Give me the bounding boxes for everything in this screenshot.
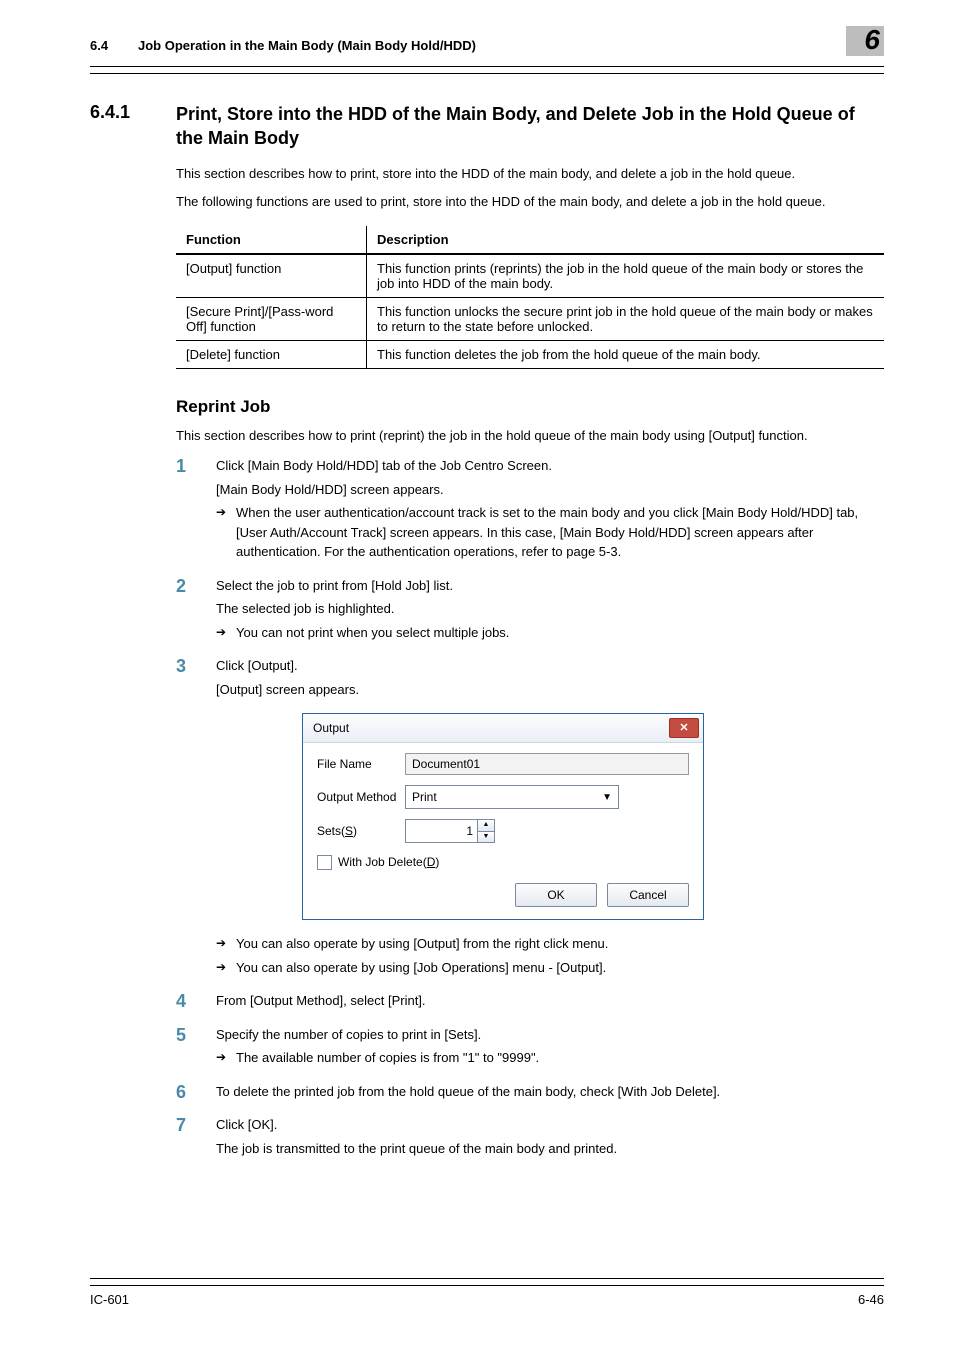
select-value: Print	[412, 788, 437, 806]
ok-button[interactable]: OK	[515, 883, 597, 907]
output-method-label: Output Method	[317, 788, 405, 806]
step-main: Click [Main Body Hold/HDD] tab of the Jo…	[216, 456, 884, 476]
step-main: Specify the number of copies to print in…	[216, 1025, 884, 1045]
footer-left: IC-601	[90, 1292, 129, 1307]
dialog-title-text: Output	[313, 719, 349, 737]
close-icon: ✕	[679, 720, 688, 737]
step-main: Click [Output].	[216, 656, 884, 676]
step-caption: The job is transmitted to the print queu…	[216, 1139, 884, 1159]
section-heading: 6.4.1 Print, Store into the HDD of the M…	[90, 102, 884, 151]
cell-description: This function unlocks the secure print j…	[367, 298, 885, 341]
table-row: [Output] function This function prints (…	[176, 254, 884, 298]
step-caption: [Main Body Hold/HDD] screen appears.	[216, 480, 884, 500]
footer-right: 6-46	[858, 1292, 884, 1307]
step-note: When the user authentication/account tra…	[216, 503, 884, 562]
chevron-down-icon: ▼	[602, 790, 612, 805]
file-name-label: File Name	[317, 755, 405, 773]
file-name-field: Document01	[405, 753, 689, 775]
intro-paragraph-1: This section describes how to print, sto…	[176, 165, 884, 184]
output-dialog: Output ✕ File Name Document01 Output Met…	[302, 713, 704, 920]
output-method-select[interactable]: Print ▼	[405, 785, 619, 809]
cell-function: [Secure Print]/[Pass-word Off] function	[176, 298, 367, 341]
cell-function: [Output] function	[176, 254, 367, 298]
function-table: Function Description [Output] function T…	[176, 226, 884, 369]
sets-stepper[interactable]: 1 ▲ ▼	[405, 819, 495, 843]
page-footer: IC-601 6-46	[90, 1292, 884, 1307]
intro-paragraph-2: The following functions are used to prin…	[176, 193, 884, 212]
section-title: Print, Store into the HDD of the Main Bo…	[176, 102, 884, 151]
step-6: To delete the printed job from the hold …	[176, 1082, 884, 1102]
step-caption: [Output] screen appears.	[216, 680, 884, 700]
step-main: From [Output Method], select [Print].	[216, 991, 884, 1011]
step-4: From [Output Method], select [Print].	[176, 991, 884, 1011]
spin-down-icon[interactable]: ▼	[478, 832, 494, 843]
spin-up-icon[interactable]: ▲	[478, 820, 494, 832]
cell-description: This function prints (reprints) the job …	[367, 254, 885, 298]
step-note: The available number of copies is from "…	[216, 1048, 884, 1068]
header-rule	[90, 66, 884, 74]
table-row: [Secure Print]/[Pass-word Off] function …	[176, 298, 884, 341]
with-job-delete-label: With Job Delete(D)	[338, 853, 439, 871]
step-7: Click [OK]. The job is transmitted to th…	[176, 1115, 884, 1158]
cancel-button[interactable]: Cancel	[607, 883, 689, 907]
cell-function: [Delete] function	[176, 341, 367, 369]
table-head-function: Function	[176, 226, 367, 254]
header-section-title: Job Operation in the Main Body (Main Bod…	[138, 38, 836, 53]
step-caption: The selected job is highlighted.	[216, 599, 884, 619]
footer-rule	[90, 1278, 884, 1286]
chapter-number: 6	[864, 24, 880, 56]
step-3: Click [Output]. [Output] screen appears.…	[176, 656, 884, 977]
step-2: Select the job to print from [Hold Job] …	[176, 576, 884, 643]
chapter-badge: 6	[836, 30, 884, 60]
sets-value: 1	[406, 820, 477, 842]
header-section-num: 6.4	[90, 38, 138, 53]
section-number: 6.4.1	[90, 102, 176, 151]
table-row: [Delete] function This function deletes …	[176, 341, 884, 369]
step-main: To delete the printed job from the hold …	[216, 1082, 884, 1102]
running-header: 6.4 Job Operation in the Main Body (Main…	[90, 30, 884, 60]
step-main: Select the job to print from [Hold Job] …	[216, 576, 884, 596]
step-1: Click [Main Body Hold/HDD] tab of the Jo…	[176, 456, 884, 562]
close-button[interactable]: ✕	[669, 718, 699, 738]
reprint-intro: This section describes how to print (rep…	[176, 427, 884, 446]
sets-label: Sets(S)	[317, 822, 405, 840]
step-note: You can also operate by using [Output] f…	[216, 934, 884, 954]
step-note: You can not print when you select multip…	[216, 623, 884, 643]
with-job-delete-checkbox[interactable]	[317, 855, 332, 870]
cell-description: This function deletes the job from the h…	[367, 341, 885, 369]
step-list: Click [Main Body Hold/HDD] tab of the Jo…	[176, 456, 884, 1158]
step-note: You can also operate by using [Job Opera…	[216, 958, 884, 978]
dialog-titlebar: Output ✕	[303, 714, 703, 743]
reprint-heading: Reprint Job	[176, 397, 884, 417]
table-head-description: Description	[367, 226, 885, 254]
with-job-delete-row[interactable]: With Job Delete(D)	[317, 853, 689, 871]
step-5: Specify the number of copies to print in…	[176, 1025, 884, 1068]
step-main: Click [OK].	[216, 1115, 884, 1135]
